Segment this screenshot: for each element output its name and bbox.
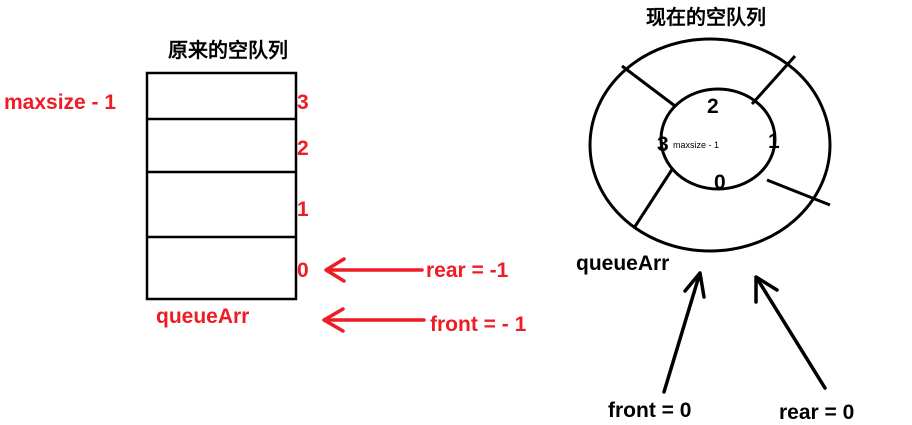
front-label-left: front = - 1 bbox=[430, 313, 527, 336]
front-arrow bbox=[322, 307, 426, 333]
ring-divider-top-right bbox=[750, 54, 797, 106]
rear-label-right: rear = 0 bbox=[779, 401, 854, 424]
queue-array-box bbox=[145, 71, 298, 301]
right-title: 现在的空队列 bbox=[646, 5, 766, 29]
ring-index-2: 2 bbox=[707, 95, 719, 118]
front-label-right: front = 0 bbox=[608, 399, 691, 422]
maxsize-label: maxsize - 1 bbox=[4, 91, 116, 114]
queue-array-outline bbox=[145, 71, 298, 301]
left-queue-arr-label: queueArr bbox=[156, 305, 249, 328]
rear-label-left: rear = -1 bbox=[426, 259, 509, 282]
ring-index-3: 3 bbox=[657, 133, 669, 156]
ring-divider-bottom-left bbox=[632, 167, 675, 229]
front-pointer-arrow bbox=[662, 271, 706, 394]
index-label-0: 0 bbox=[297, 259, 309, 282]
right-queue-arr-label: queueArr bbox=[576, 252, 669, 275]
ring-maxsize-label: maxsize - 1 bbox=[673, 140, 719, 150]
rear-arrow bbox=[324, 257, 424, 283]
queue-diagram: 原来的空队列 maxsize - 1 3 2 1 0 queueArr rear… bbox=[4, 5, 854, 424]
index-label-2: 2 bbox=[297, 137, 309, 160]
index-label-3: 3 bbox=[297, 91, 309, 114]
ring-index-1: 1 bbox=[768, 130, 780, 153]
rear-pointer-arrow bbox=[754, 275, 827, 390]
left-title: 原来的空队列 bbox=[168, 38, 288, 62]
ring-divider-top-left bbox=[621, 64, 676, 108]
ring-index-0: 0 bbox=[714, 171, 726, 194]
index-label-1: 1 bbox=[297, 198, 309, 221]
